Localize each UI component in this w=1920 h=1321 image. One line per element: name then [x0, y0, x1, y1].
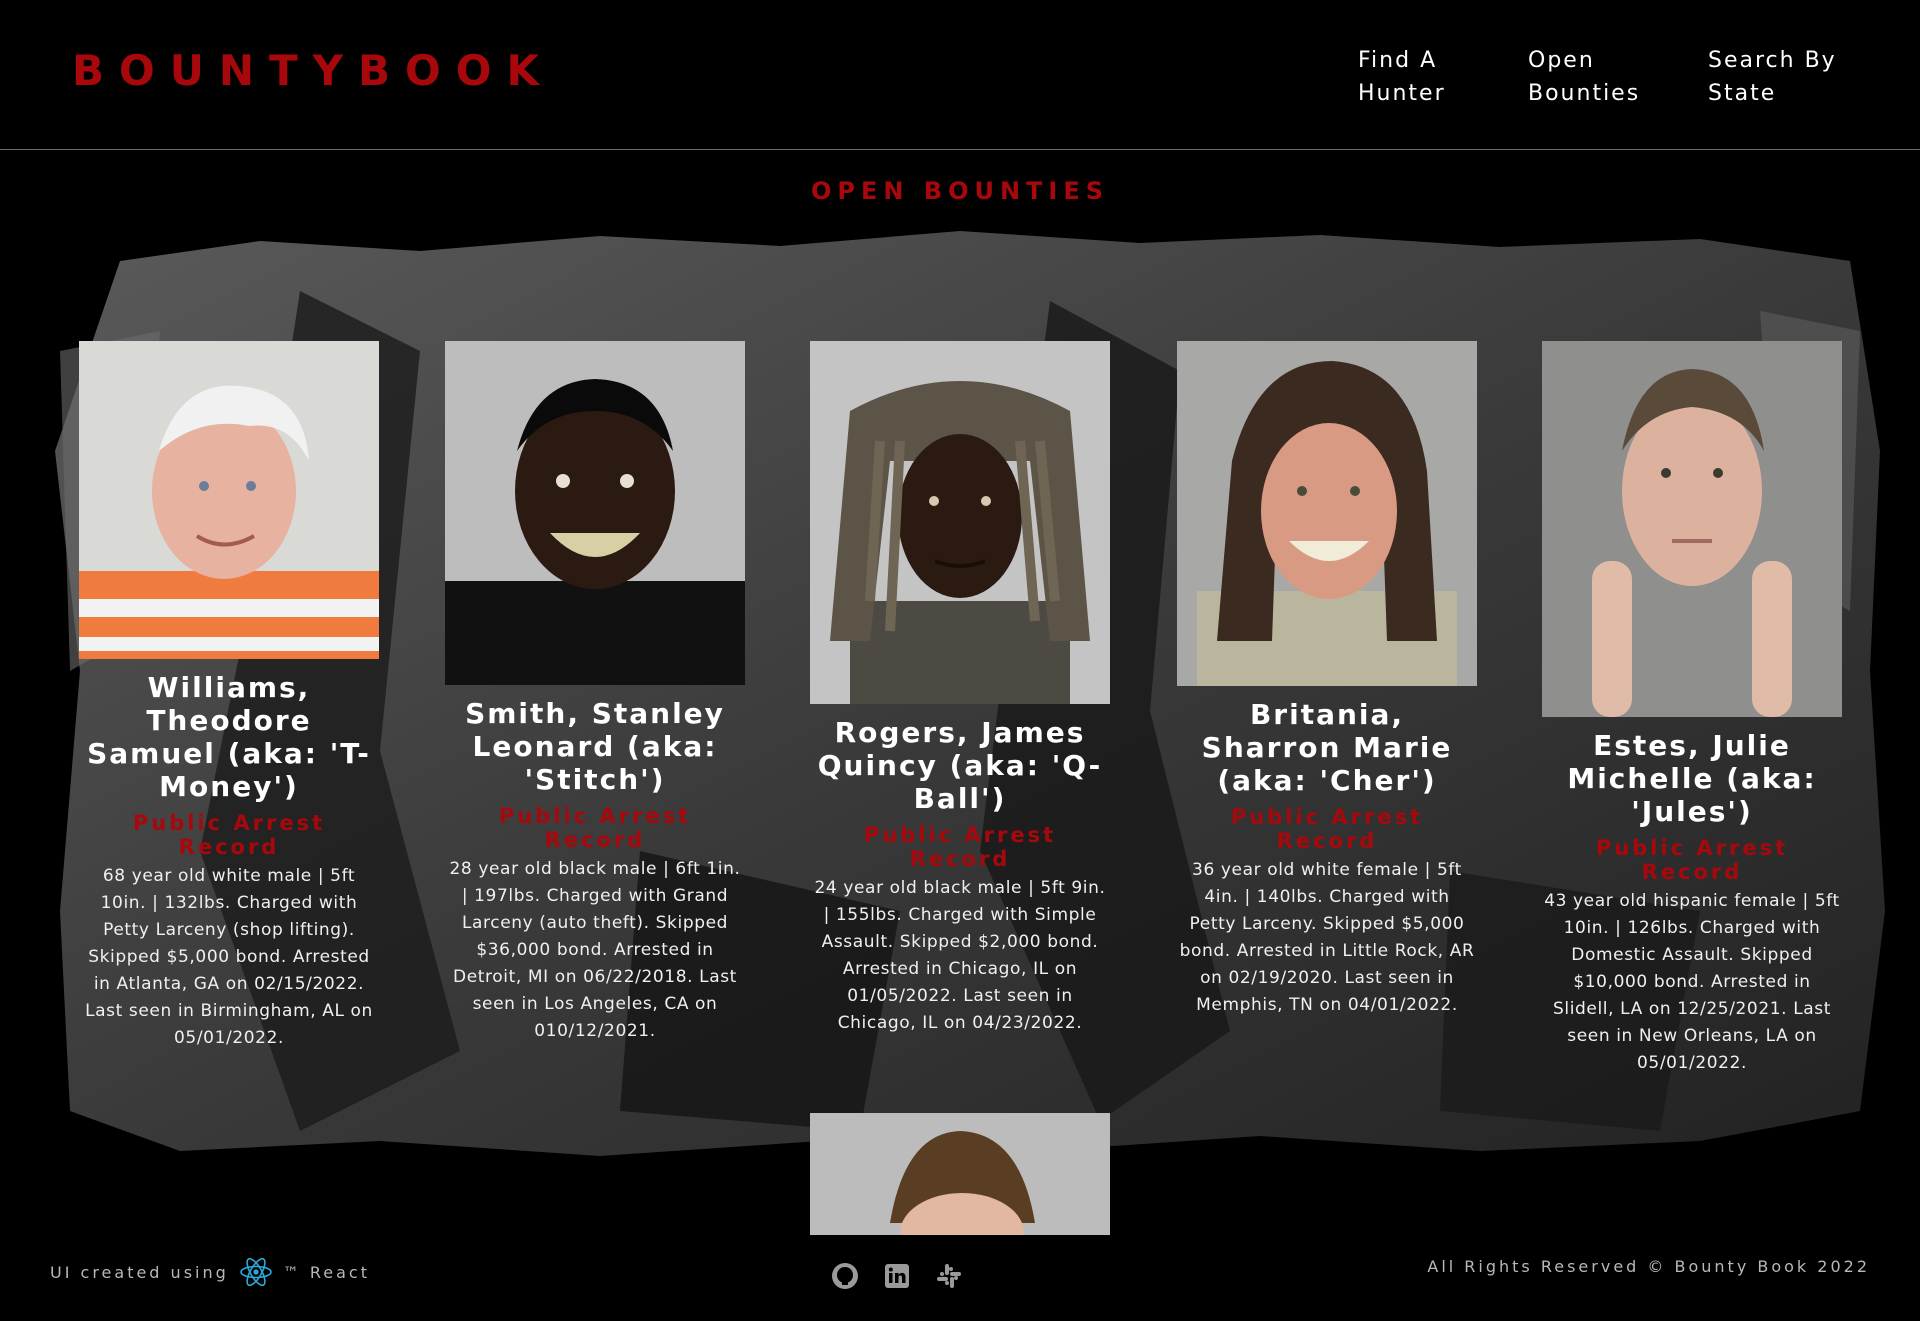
mugshot-photo: [1177, 341, 1477, 686]
public-arrest-record-label[interactable]: Public Arrest Record: [79, 811, 379, 859]
github-icon[interactable]: [830, 1261, 860, 1291]
ui-credit: UI created using ™ React: [50, 1257, 370, 1287]
credit-prefix: UI created using: [50, 1262, 229, 1282]
public-arrest-record-label[interactable]: Public Arrest Record: [1542, 836, 1842, 884]
mugshot-photo: [1542, 341, 1842, 717]
nav-open-bounties[interactable]: Open Bounties: [1528, 44, 1640, 110]
site-footer: UI created using ™ React All Rights Rese…: [0, 1235, 1920, 1321]
copyright-notice: All Rights Reserved © Bounty Book 2022: [1427, 1257, 1870, 1276]
fugitive-name: Williams, Theodore Samuel (aka: 'T-Money…: [87, 671, 371, 803]
fugitive-description: 43 year old hispanic female | 5ft 10in. …: [1544, 891, 1840, 1073]
bounty-card[interactable]: [810, 1113, 1110, 1235]
mugshot-photo: [445, 341, 745, 685]
mugshot-photo: [810, 1113, 1110, 1235]
social-links: [830, 1261, 964, 1291]
site-logo[interactable]: BOUNTYBOOK: [72, 46, 554, 95]
fugitive-description: 28 year old black male | 6ft 1in. | 197l…: [449, 859, 741, 1041]
fugitive-name: Rogers, James Quincy (aka: 'Q-Ball'): [817, 716, 1103, 815]
public-arrest-record-label[interactable]: Public Arrest Record: [810, 823, 1110, 871]
linkedin-icon[interactable]: [882, 1261, 912, 1291]
fugitive-description: 68 year old white male | 5ft 10in. | 132…: [85, 866, 373, 1048]
site-header: BOUNTYBOOK Find A Hunter Open Bounties S…: [0, 0, 1920, 150]
fugitive-name: Smith, Stanley Leonard (aka: 'Stitch'): [465, 697, 725, 796]
bounty-card[interactable]: Britania, Sharron Marie (aka: 'Cher') Pu…: [1177, 341, 1477, 1019]
section-title: OPEN BOUNTIES: [810, 177, 1110, 205]
public-arrest-record-label[interactable]: Public Arrest Record: [445, 804, 745, 852]
bounty-card[interactable]: Rogers, James Quincy (aka: 'Q-Ball') Pub…: [810, 341, 1110, 1037]
public-arrest-record-label[interactable]: Public Arrest Record: [1177, 805, 1477, 853]
nav-search-by-state[interactable]: Search By State: [1708, 44, 1837, 110]
bounty-card[interactable]: Estes, Julie Michelle (aka: 'Jules') Pub…: [1542, 341, 1842, 1077]
fugitive-name: Britania, Sharron Marie (aka: 'Cher'): [1201, 698, 1453, 797]
fugitive-description: 36 year old white female | 5ft 4in. | 14…: [1179, 860, 1475, 1015]
bounty-card[interactable]: Smith, Stanley Leonard (aka: 'Stitch') P…: [445, 341, 745, 1045]
mugshot-photo: [79, 341, 379, 659]
bounties-section: OPEN BOUNTIES Williams, Theodore Samuel …: [0, 151, 1920, 1235]
react-icon: [239, 1257, 273, 1287]
fugitive-description: 24 year old black male | 5ft 9in. | 155l…: [814, 878, 1106, 1033]
nav-find-a-hunter[interactable]: Find A Hunter: [1358, 44, 1446, 110]
credit-suffix: ™ React: [282, 1262, 370, 1282]
fugitive-name: Estes, Julie Michelle (aka: 'Jules'): [1567, 729, 1817, 828]
bounty-card[interactable]: Williams, Theodore Samuel (aka: 'T-Money…: [79, 341, 379, 1052]
slack-icon[interactable]: [934, 1261, 964, 1291]
mugshot-photo: [810, 341, 1110, 704]
